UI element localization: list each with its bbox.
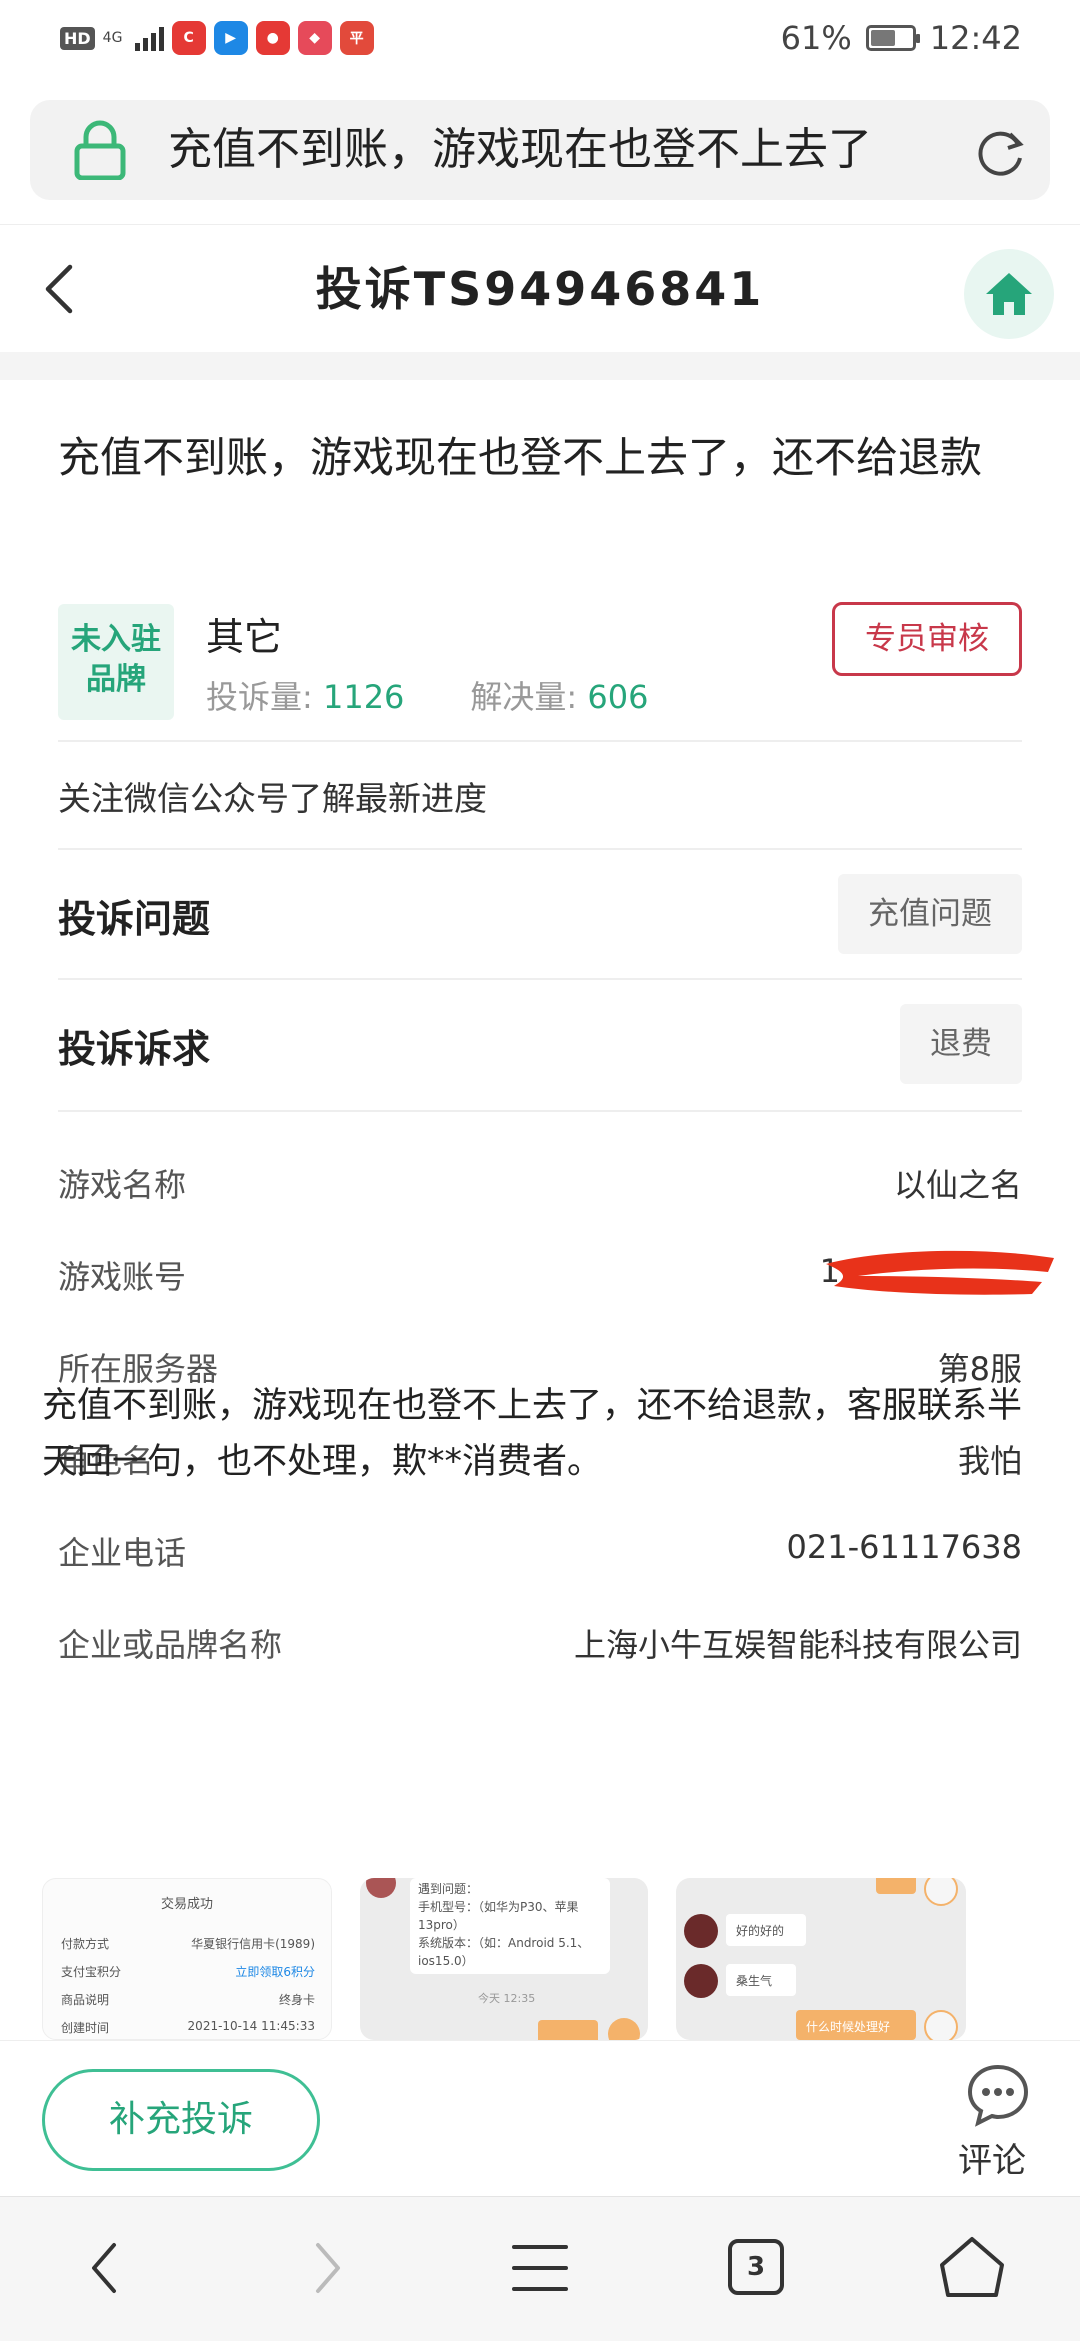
issue-tag: 充值问题 <box>838 874 1022 954</box>
notification-icons: C ▶ ● ◆ 平 <box>171 21 374 55</box>
url-text[interactable]: 充值不到账，游戏现在也登不上去了 <box>168 100 872 200</box>
thumb-text: 2021-10-14 11:45:33 <box>187 2019 315 2033</box>
tabs-button[interactable]: 3 <box>716 2233 796 2303</box>
thumb-text: 遇到问题： <box>418 1882 479 1896</box>
thumb-text: 支付宝积分 <box>61 1965 122 1979</box>
thumb-text: 立即领取6积分 <box>235 1965 315 1979</box>
brand-name[interactable]: 其它 <box>206 606 282 661</box>
complaint-card: 充值不到账，游戏现在也登不上去了，还不给退款 未入驻品牌 其它 投诉量: 112… <box>0 380 1080 2040</box>
chat-bubble <box>538 2020 598 2040</box>
complaint-count: 1126 <box>322 678 405 716</box>
battery-icon <box>865 25 920 51</box>
c-app-icon: C <box>171 21 206 55</box>
comment-icon[interactable] <box>966 2063 1030 2127</box>
thumb-text: 什么时候处理好 <box>806 2020 891 2034</box>
avatar <box>366 1878 396 1898</box>
brand-badge: 未入驻品牌 <box>58 604 174 720</box>
thumb-text: 13pro） <box>418 1918 465 1932</box>
home-icon <box>986 273 1032 315</box>
evidence-image-3[interactable]: 好的好的 桑生气 什么时候处理好 <box>676 1878 966 2040</box>
thumb-text: 桑生气 <box>736 1974 773 1988</box>
avatar <box>684 1964 718 1998</box>
redaction-scribble <box>826 1250 1054 1295</box>
complaint-title: 充值不到账，游戏现在也登不上去了，还不给退款 <box>58 433 983 482</box>
thumb-text: 付款方式 <box>61 1937 110 1951</box>
divider <box>58 1110 1022 1112</box>
avatar <box>924 1878 958 1906</box>
brand-stats: 投诉量: 1126 解决量: 606 <box>206 672 648 718</box>
hd-indicator: HD <box>60 26 95 50</box>
demand-label: 投诉诉求 <box>58 1027 211 1071</box>
detail-label: 企业或品牌名称 <box>58 1626 283 1664</box>
signal-icon <box>134 25 164 51</box>
thumb-text: 终身卡 <box>278 1993 315 2007</box>
address-bar[interactable]: 充值不到账，游戏现在也登不上去了 <box>30 100 1050 200</box>
comment-label[interactable]: 评论 <box>958 2133 1026 2182</box>
page-title: 投诉TS94946841 <box>315 262 765 316</box>
chat-bubble: 好的好的 <box>726 1914 806 1946</box>
chat-bubble: 桑生气 <box>726 1964 796 1996</box>
detail-label: 游戏账号 <box>58 1258 187 1296</box>
menu-icon[interactable] <box>500 2233 580 2303</box>
lock-icon <box>74 120 126 180</box>
evidence-image-1[interactable]: 交易成功 付款方式 华夏银行信用卡(1989) 支付宝积分 立即领取6积分 商品… <box>42 1878 332 2040</box>
huawei-icon: ◆ <box>297 21 332 55</box>
evidence-image-2[interactable]: 遇到问题： 手机型号：（如华为P30、苹果 13pro） 系统版本：（如：And… <box>360 1878 648 2040</box>
chat-bubble: 遇到问题： 手机型号：（如华为P30、苹果 13pro） 系统版本：（如：And… <box>410 1878 610 1974</box>
detail-value[interactable]: 021-61117638 <box>787 1528 1023 1566</box>
weibo-icon: ● <box>255 21 290 55</box>
pingan-icon: 平 <box>339 21 374 55</box>
thumb-text: ios15.0） <box>418 1954 474 1968</box>
thumb-text: 今天 12:35 <box>478 1992 536 2005</box>
avatar <box>684 1914 718 1948</box>
avatar <box>924 2010 958 2040</box>
home-button[interactable] <box>964 249 1054 339</box>
browser-back-icon[interactable] <box>68 2233 148 2303</box>
thumb-text: 交易成功 <box>161 1897 214 1912</box>
detail-label: 游戏名称 <box>58 1166 187 1204</box>
follow-wechat-link[interactable]: 关注微信公众号了解最新进度 <box>58 772 487 820</box>
review-button[interactable]: 专员审核 <box>832 602 1022 676</box>
youku-icon: ▶ <box>213 21 248 55</box>
chat-bubble <box>876 1878 916 1894</box>
demand-tag: 退费 <box>900 1004 1022 1084</box>
divider <box>58 740 1022 742</box>
avatar <box>608 2018 640 2040</box>
chat-bubble: 什么时候处理好 <box>796 2010 916 2040</box>
section-gap <box>0 352 1080 380</box>
browser-forward-icon[interactable] <box>284 2233 364 2303</box>
resolved-count: 606 <box>587 678 649 716</box>
supplement-complaint-button[interactable]: 补充投诉 <box>42 2069 320 2171</box>
thumb-text: 系统版本：（如：Android 5.1、 <box>418 1936 590 1950</box>
clock: 12:42 <box>929 19 1022 57</box>
browser-nav-bar: 3 <box>0 2196 1080 2341</box>
reload-icon[interactable] <box>972 124 1028 180</box>
browser-home-icon[interactable] <box>932 2233 1012 2303</box>
issue-label: 投诉问题 <box>58 897 211 941</box>
detail-value: 上海小牛互娱智能科技有限公司 <box>573 1626 1022 1664</box>
thumb-text: 创建时间 <box>61 2021 110 2035</box>
tab-count: 3 <box>746 2252 766 2282</box>
detail-label: 企业电话 <box>58 1534 187 1572</box>
thumb-text: 手机型号：（如华为P30、苹果 <box>418 1900 579 1914</box>
resolved-count-label: 解决量: <box>470 678 588 716</box>
thumb-text: 华夏银行信用卡(1989) <box>191 1937 315 1951</box>
page-header: 投诉TS94946841 <box>0 224 1080 354</box>
complaint-count-label: 投诉量: <box>206 678 323 716</box>
detail-value: 以仙之名 <box>893 1166 1022 1204</box>
network-type: 4G <box>102 30 123 46</box>
action-bar: 补充投诉 评论 <box>0 2040 1080 2197</box>
status-bar: HD 4G C ▶ ● ◆ 平 61% 12:42 <box>0 0 1080 76</box>
battery-percent: 61% <box>780 19 852 57</box>
status-left: HD 4G C ▶ ● ◆ 平 <box>60 18 374 58</box>
divider <box>58 848 1022 850</box>
complaint-description: 充值不到账，游戏现在也登不上去了，还不给退款，客服联系半天回一句，也不处理，欺*… <box>42 1386 1023 1482</box>
divider <box>58 978 1022 980</box>
thumb-text: 好的好的 <box>736 1924 785 1938</box>
status-right: 61% 12:42 <box>781 18 1022 58</box>
thumb-text: 商品说明 <box>61 1993 110 2007</box>
